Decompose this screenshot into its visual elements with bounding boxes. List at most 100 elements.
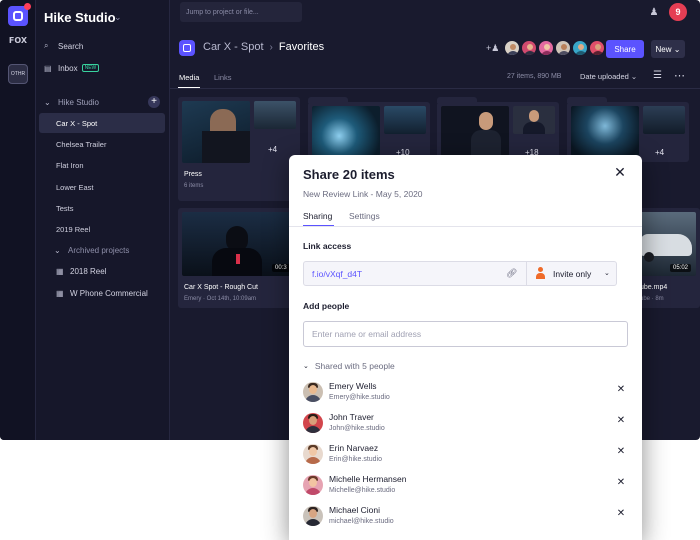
shared-person: John Traver John@hike.studio ✕ (303, 411, 628, 439)
chevron-down-icon: ⌄ (44, 97, 51, 107)
breadcrumb: Car X - Spot › Favorites (203, 41, 324, 53)
folder-thumbnail (571, 106, 639, 156)
collaborator-avatar[interactable] (538, 40, 554, 56)
collaborator-avatar[interactable] (555, 40, 571, 56)
user-icon[interactable]: ♟ (647, 6, 661, 20)
sidebar-archived-2018-reel[interactable]: ▦ 2018 Reel (36, 261, 170, 281)
person-email: michael@hike.studio (329, 518, 394, 525)
folder-card[interactable]: +10 (308, 97, 430, 162)
shared-person: Michael Cioni michael@hike.studio ✕ (303, 504, 628, 532)
asset-card-rough-cut[interactable]: 00:3 Car X Spot - Rough Cut Emery · Oct … (178, 208, 300, 308)
folder-thumbnail (312, 106, 380, 156)
person-name: Michael Cioni (329, 505, 381, 515)
card-meta: Emery · Oct 14th, 10:09am (184, 296, 257, 302)
sidebar-item-label: Search (58, 41, 84, 51)
new-button-label: New (655, 44, 672, 54)
add-people-input[interactable] (303, 321, 628, 347)
more-items-count: +4 (268, 145, 278, 154)
add-project-icon[interactable]: + (148, 96, 160, 108)
list-view-icon[interactable]: ☰ (653, 70, 662, 81)
card-meta: 6 items (184, 183, 204, 189)
shared-with-label: Shared with 5 people (314, 361, 395, 371)
shared-with-toggle[interactable]: ⌄ Shared with 5 people (303, 361, 395, 371)
project-icon (179, 40, 195, 56)
person-name: Emery Wells (329, 381, 377, 391)
chevron-right-icon: › (269, 41, 273, 53)
breadcrumb-project[interactable]: Car X - Spot (203, 41, 264, 53)
sidebar-project-car-x-spot[interactable]: Car X - Spot (39, 113, 165, 133)
shared-person: Michelle Hermansen Michelle@hike.studio … (303, 473, 628, 501)
folder-thumbnail (384, 106, 426, 134)
sidebar-project-chelsea-trailer[interactable]: Chelsea Trailer (39, 134, 165, 154)
chevron-down-icon[interactable]: ⌄ (114, 12, 122, 23)
tab-links[interactable]: Links (214, 73, 232, 82)
folder-card[interactable]: +4 (567, 97, 689, 162)
sidebar-project-flat-iron[interactable]: Flat Iron (39, 155, 165, 175)
remove-person-icon[interactable]: ✕ (615, 415, 627, 427)
sort-label: Date uploaded (580, 72, 629, 81)
sort-dropdown[interactable]: Date uploaded ⌄ (580, 72, 637, 81)
folder-thumbnail (254, 101, 296, 129)
link-access-label: Link access (303, 241, 352, 251)
folder-card-press[interactable]: +4 Press 6 items (178, 97, 300, 201)
new-badge: NEW (81, 64, 100, 72)
dialog-title: Share 20 items (303, 167, 395, 182)
jump-search-input[interactable]: Jump to project or file... (180, 2, 302, 22)
folder-tab (437, 97, 477, 103)
tab-sharing[interactable]: Sharing (303, 211, 332, 221)
video-duration: 05:02 (670, 264, 692, 272)
breadcrumb-folder: Favorites (278, 41, 325, 53)
account-avatar[interactable]: 9 (669, 3, 687, 21)
more-options-icon[interactable]: ⋯ (674, 69, 685, 82)
review-link-name: New Review Link - May 5, 2020 (303, 189, 423, 199)
person-name: John Traver (329, 412, 374, 422)
sidebar-item-inbox[interactable]: ▤ Inbox NEW (36, 58, 170, 78)
team-section-header[interactable]: ⌄ Hike Studio + (36, 92, 170, 112)
folder-thumbnail (643, 106, 685, 134)
tab-settings[interactable]: Settings (349, 211, 380, 221)
sidebar-item-label: 2018 Reel (70, 266, 107, 276)
team-other-logo[interactable]: OTHR (8, 64, 28, 84)
share-button[interactable]: Share (606, 40, 644, 58)
access-mode-select[interactable]: Invite only (553, 269, 591, 279)
remove-person-icon[interactable]: ✕ (615, 446, 627, 458)
sidebar-project-lower-east[interactable]: Lower East (39, 177, 165, 197)
archive-box-icon: ▦ (56, 288, 64, 298)
chevron-down-icon: ⌄ (673, 44, 681, 54)
card-meta: ube · 8m (640, 296, 664, 302)
remove-person-icon[interactable]: ✕ (615, 477, 627, 489)
archived-projects-toggle[interactable]: ⌄ Archived projects (36, 240, 170, 260)
link-access-field: f.io/vXqf_d4T 🔗︎ Invite only ⌄ (303, 261, 617, 286)
folder-card[interactable]: +18 (437, 97, 559, 162)
collaborator-avatar[interactable] (504, 40, 520, 56)
sidebar-project-tests[interactable]: Tests (39, 198, 165, 218)
sidebar-archived-w-phone-commercial[interactable]: ▦ W Phone Commercial (36, 283, 170, 303)
sidebar-project-2019-reel[interactable]: 2019 Reel (39, 219, 165, 239)
workspace-title[interactable]: Hike Studio (44, 10, 116, 25)
collaborator-avatar[interactable] (589, 40, 605, 56)
asset-card-mp4[interactable]: 05:02 ube.mp4 ube · 8m (636, 208, 700, 308)
person-email: Emery@hike.studio (329, 394, 390, 401)
person-email: Michelle@hike.studio (329, 487, 396, 494)
folder-thumbnail (441, 106, 509, 156)
collaborator-avatar[interactable] (572, 40, 588, 56)
archive-box-icon: ▦ (56, 266, 64, 276)
card-title: ube.mp4 (640, 284, 668, 291)
close-icon[interactable]: ✕ (612, 164, 628, 180)
remove-person-icon[interactable]: ✕ (615, 508, 627, 520)
avatar (303, 382, 323, 402)
sidebar-item-label: Inbox (58, 63, 78, 73)
collaborator-avatar[interactable] (521, 40, 537, 56)
new-button[interactable]: New ⌄ (651, 40, 685, 58)
sidebar-item-search[interactable]: ⌕ Search (36, 36, 170, 56)
chevron-down-icon[interactable]: ⌄ (604, 269, 610, 277)
avatar (303, 506, 323, 526)
remove-person-icon[interactable]: ✕ (615, 384, 627, 396)
share-link-url[interactable]: f.io/vXqf_d4T (312, 269, 362, 279)
copy-link-icon[interactable]: 🔗︎ (506, 268, 517, 279)
tab-media[interactable]: Media (179, 73, 199, 82)
chevron-down-icon: ⌄ (303, 363, 309, 370)
avatar (303, 444, 323, 464)
add-collaborator-icon[interactable]: +♟ (486, 43, 499, 54)
team-fox-logo[interactable]: FOX (8, 36, 28, 56)
